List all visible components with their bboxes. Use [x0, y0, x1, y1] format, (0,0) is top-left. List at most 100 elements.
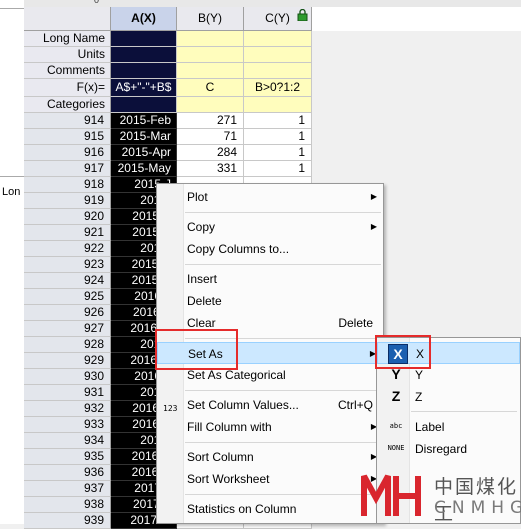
row-number[interactable]: 932	[24, 401, 111, 417]
row-number[interactable]: 915	[24, 129, 111, 145]
cell-a[interactable]: 2015-Apr	[111, 145, 177, 161]
table-row: 914 2015-Feb 271 1	[24, 113, 521, 129]
meta-cell-c[interactable]	[244, 63, 312, 79]
row-number[interactable]: 927	[24, 321, 111, 337]
menu-item-label: Fill Column with	[187, 420, 272, 434]
watermark: 中国煤化工 CNMHG	[356, 466, 521, 525]
menu-item-statistics-on-column[interactable]: Statistics on Column	[157, 498, 383, 520]
cell-a[interactable]: 2015-May	[111, 161, 177, 177]
meta-cell-a[interactable]	[111, 63, 177, 79]
meta-row-label: Long Name	[24, 31, 111, 47]
cell-c[interactable]: 1	[244, 145, 312, 161]
meta-cell-c[interactable]	[244, 97, 312, 113]
menu-item-label: Statistics on Column	[187, 502, 297, 516]
submenu-separator	[411, 411, 517, 412]
menu-item-plot[interactable]: Plot ▶	[157, 186, 383, 208]
meta-cell-b[interactable]	[177, 47, 244, 63]
row-number[interactable]: 938	[24, 497, 111, 513]
cell-c[interactable]: 1	[244, 161, 312, 177]
menu-item-label: Plot	[187, 190, 208, 204]
row-number[interactable]: 926	[24, 305, 111, 321]
row-number[interactable]: 919	[24, 193, 111, 209]
submenu-item-label: Disregard	[415, 442, 468, 456]
submenu-item-disregard[interactable]: NONE Disregard	[377, 438, 520, 460]
column-header-b[interactable]: B(Y)	[177, 7, 244, 31]
menu-separator	[185, 212, 381, 213]
cell-c[interactable]: 1	[244, 129, 312, 145]
menu-item-insert[interactable]: Insert	[157, 268, 383, 290]
meta-cell-a[interactable]	[111, 47, 177, 63]
row-number[interactable]: 929	[24, 353, 111, 369]
meta-cell-a[interactable]	[111, 31, 177, 47]
column-header-row: A(X) B(Y) C(Y)	[24, 7, 521, 31]
column-header-c[interactable]: C(Y)	[244, 7, 312, 31]
meta-cell-b[interactable]	[177, 97, 244, 113]
row-number[interactable]: 939	[24, 513, 111, 529]
row-number[interactable]: 925	[24, 289, 111, 305]
meta-row: Categories	[24, 97, 521, 113]
cell-c[interactable]: 1	[244, 113, 312, 129]
row-number[interactable]: 928	[24, 337, 111, 353]
menu-item-label: Sort Column	[187, 450, 254, 464]
cell-b[interactable]: 71	[177, 129, 244, 145]
submenu-item-label[interactable]: abc Label	[377, 416, 520, 438]
submenu-item-z[interactable]: ZZ	[377, 386, 520, 408]
table-row: 916 2015-Apr 284 1	[24, 145, 521, 161]
column-header-c-label: C(Y)	[265, 11, 290, 25]
row-number[interactable]: 914	[24, 113, 111, 129]
cell-b[interactable]: 284	[177, 145, 244, 161]
lock-icon	[297, 9, 308, 21]
menu-item-copy[interactable]: Copy ▶	[157, 216, 383, 238]
menu-item-label: Delete	[187, 294, 222, 308]
menu-separator	[185, 264, 381, 265]
row-number[interactable]: 937	[24, 481, 111, 497]
corner-cell[interactable]	[24, 7, 111, 31]
cell-a[interactable]: 2015-Feb	[111, 113, 177, 129]
left-pane-top	[0, 0, 24, 9]
menu-item-sort-column[interactable]: Sort Column ▶	[157, 446, 383, 468]
row-number[interactable]: 934	[24, 433, 111, 449]
meta-cell-a[interactable]	[111, 97, 177, 113]
meta-cell-c[interactable]	[244, 47, 312, 63]
menu-item-fill-column-with[interactable]: Fill Column with ▶	[157, 416, 383, 438]
row-number[interactable]: 916	[24, 145, 111, 161]
menu-item-label: Copy Columns to...	[187, 242, 290, 256]
row-number[interactable]: 930	[24, 369, 111, 385]
menu-item-shortcut: Ctrl+Q	[337, 398, 373, 412]
row-number[interactable]: 920	[24, 209, 111, 225]
cell-b[interactable]: 331	[177, 161, 244, 177]
menu-item-delete[interactable]: Delete	[157, 290, 383, 312]
row-number[interactable]: 918	[24, 177, 111, 193]
row-number[interactable]: 936	[24, 465, 111, 481]
row-number[interactable]: 935	[24, 449, 111, 465]
meta-cell-b[interactable]	[177, 63, 244, 79]
row-number[interactable]: 933	[24, 417, 111, 433]
meta-row-label: F(x)=	[24, 79, 111, 97]
menu-item-set-column-values[interactable]: 123 Set Column Values... Ctrl+Q	[157, 394, 383, 416]
table-row: 917 2015-May 331 1	[24, 161, 521, 177]
meta-cell-a[interactable]: A$+"-"+B$	[111, 79, 177, 97]
meta-row: Comments	[24, 63, 521, 79]
row-number[interactable]: 931	[24, 385, 111, 401]
watermark-logo	[361, 474, 421, 516]
menu-item-sort-worksheet[interactable]: Sort Worksheet ▶	[157, 468, 383, 490]
row-number[interactable]: 917	[24, 161, 111, 177]
menu-item-copy-columns-to[interactable]: Copy Columns to...	[157, 238, 383, 260]
meta-cell-b[interactable]	[177, 31, 244, 47]
menu-item-shortcut: Delete	[338, 316, 373, 330]
column-header-a[interactable]: A(X)	[111, 7, 177, 31]
row-number[interactable]: 922	[24, 241, 111, 257]
meta-cell-c[interactable]: B>0?1:2	[244, 79, 312, 97]
meta-cell-b[interactable]: C	[177, 79, 244, 97]
z-axis-icon: Z	[391, 388, 401, 404]
row-number[interactable]: 924	[24, 273, 111, 289]
submenu-item-label: Z	[415, 390, 423, 404]
left-pane-label: Lon	[2, 186, 21, 198]
cell-a[interactable]: 2015-Mar	[111, 129, 177, 145]
cell-b[interactable]: 271	[177, 113, 244, 129]
table-row: 915 2015-Mar 71 1	[24, 129, 521, 145]
row-number[interactable]: 923	[24, 257, 111, 273]
row-number[interactable]: 921	[24, 225, 111, 241]
meta-row-label: Comments	[24, 63, 111, 79]
meta-cell-c[interactable]	[244, 31, 312, 47]
